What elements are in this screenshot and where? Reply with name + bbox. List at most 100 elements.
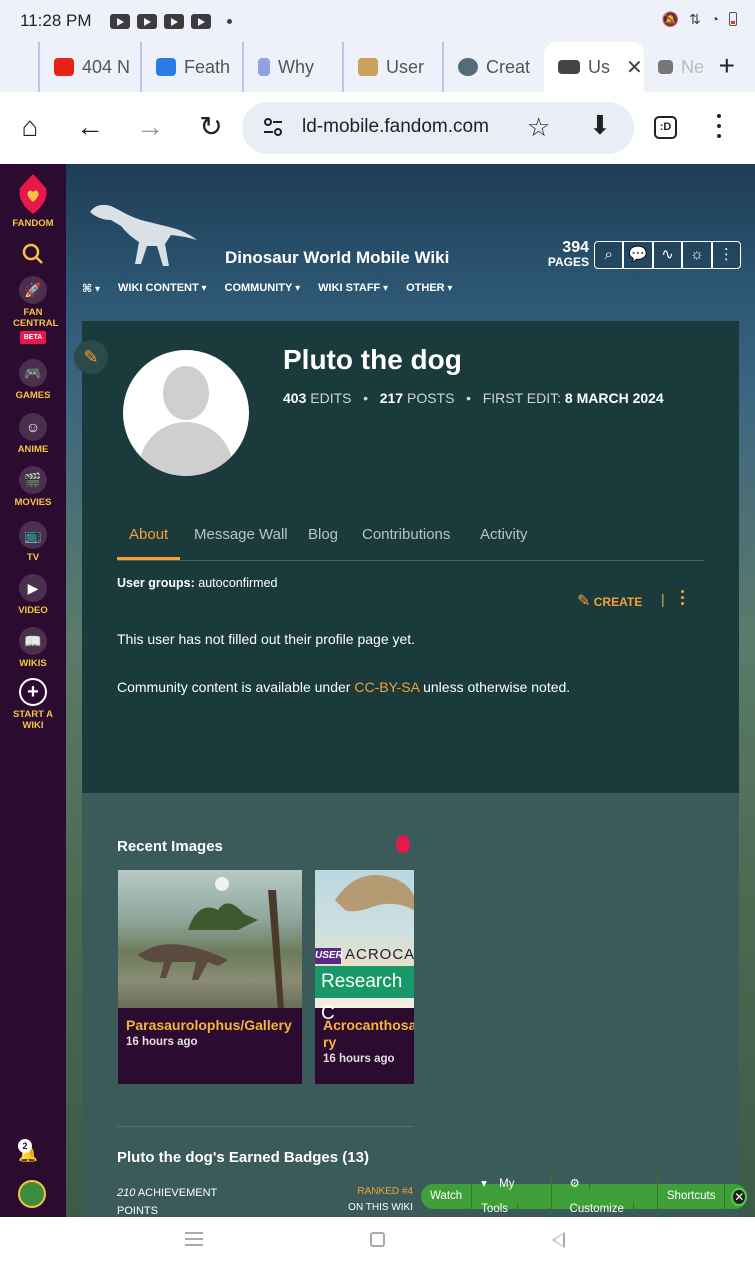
browser-tab[interactable]: Creat: [442, 42, 542, 92]
image-caption[interactable]: Parasaurolophus/Gallery 16 hours ago: [126, 1017, 292, 1051]
user-page-icon: [358, 58, 378, 76]
earned-badges-heading: Pluto the dog's Earned Badges (13): [117, 1149, 369, 1166]
status-time: 11:28 PM: [20, 11, 92, 30]
profile-more-icon[interactable]: [681, 590, 685, 608]
fandom-flame-icon: [396, 835, 410, 853]
wiki-navigation: ⌘ WIKI CONTENT COMMUNITY WIKI STAFF OTHE…: [82, 282, 470, 295]
tab-blog[interactable]: Blog: [308, 526, 338, 543]
system-icons: 🔕 ⇅ ◔: [662, 11, 737, 28]
explore-icon[interactable]: ⌘: [82, 282, 100, 295]
tab-switcher-button[interactable]: :D: [654, 116, 677, 139]
more-options-icon[interactable]: ⋮: [711, 241, 742, 269]
rail-tv[interactable]: 📺 TV: [0, 521, 66, 563]
feather-site-icon: [156, 58, 176, 76]
more-notifications-dot: [227, 19, 232, 24]
download-icon[interactable]: ⬇: [589, 110, 611, 141]
fandom-logo[interactable]: FANDOM: [0, 172, 66, 229]
browser-menu-icon[interactable]: [716, 114, 722, 142]
home-nav-icon[interactable]: [370, 1232, 385, 1247]
watch-button[interactable]: Watch: [421, 1184, 473, 1209]
nav-other[interactable]: OTHER: [406, 282, 452, 295]
theme-toggle-icon[interactable]: ☼: [682, 241, 712, 269]
edits-count[interactable]: 403: [283, 390, 306, 406]
rail-fan-central[interactable]: 🚀 FAN CENTRAL BETA: [0, 276, 66, 344]
page-count: 394 PAGES: [547, 239, 589, 270]
rail-movies[interactable]: 🎬 MOVIES: [0, 466, 66, 508]
browser-tab[interactable]: 404 N: [38, 42, 138, 92]
reload-icon[interactable]: ↻: [194, 110, 228, 144]
dinosaur-icon: [658, 60, 673, 74]
wiki-page: FANDOM 🚀 FAN CENTRAL BETA 🎮 GAMES ☺ ANIME 🎬 M…: [0, 164, 755, 1217]
site-settings-icon[interactable]: [262, 116, 284, 138]
status-bar: 11:28 PM 🔕 ⇅ ◔: [0, 0, 755, 42]
search-button[interactable]: [0, 242, 66, 266]
parasaurolophus-thumbnail[interactable]: [118, 870, 302, 1010]
recent-image-card[interactable]: Parasaurolophus/Gallery 16 hours ago: [118, 870, 302, 1084]
book-icon: 📖: [19, 627, 47, 655]
posts-count[interactable]: 217: [380, 390, 403, 406]
gear-icon: ⚙: [560, 1177, 590, 1190]
nav-wiki-content[interactable]: WIKI CONTENT: [118, 282, 206, 295]
close-toolbar-icon[interactable]: ✕: [731, 1187, 747, 1206]
back-icon[interactable]: ←: [73, 110, 107, 144]
browser-tab-active[interactable]: Us ✕: [544, 42, 644, 92]
rail-games[interactable]: 🎮 GAMES: [0, 359, 66, 401]
url-text[interactable]: ld-mobile.fandom.com: [302, 116, 489, 138]
my-tools-button[interactable]: ▾ My Tools: [472, 1171, 552, 1217]
achievement-points: 210 ACHIEVEMENT POINTS: [117, 1187, 218, 1217]
license-link[interactable]: CC-BY-SA: [354, 679, 419, 695]
create-button[interactable]: ✎ CREATE: [577, 591, 642, 611]
global-toolbar: Watch ▾ My Tools ⚙ Customize Shortcuts ✕: [421, 1171, 747, 1217]
rail-video[interactable]: ▶ VIDEO: [0, 574, 66, 616]
home-icon[interactable]: ⌂: [13, 110, 47, 144]
browser-tab[interactable]: Why: [242, 42, 340, 92]
wiki-search-icon[interactable]: ⌕: [594, 241, 624, 269]
beta-badge: BETA: [19, 331, 47, 344]
license-text: Community content is available under CC-…: [117, 679, 571, 695]
youtube-icon: [54, 58, 74, 76]
wiki-logo-dinosaur[interactable]: [85, 198, 200, 268]
tab-contributions[interactable]: Contributions: [362, 526, 450, 543]
rail-start-a-wiki[interactable]: + START A WIKI: [0, 678, 66, 731]
browser-tab-strip: 404 N Feath Why User Creat Us ✕ Ne: [0, 42, 755, 92]
rail-wikis[interactable]: 📖 WIKIS: [0, 627, 66, 669]
tab-about[interactable]: About: [116, 526, 181, 560]
controller-icon: 🎮: [19, 359, 47, 387]
bookmark-star-icon[interactable]: ☆: [527, 112, 550, 143]
recent-image-card[interactable]: USER ACROCA Research C Acrocanthosa ry 16 …: [315, 870, 414, 1084]
acrocanthosaurus-thumbnail[interactable]: USER ACROCA Research C: [315, 870, 414, 1024]
face-icon: ☺: [19, 413, 47, 441]
new-tab-button[interactable]: +: [719, 52, 735, 80]
nav-community[interactable]: COMMUNITY: [225, 282, 301, 295]
browser-tab[interactable]: Feath: [140, 42, 240, 92]
youtube-notification-icon: [164, 14, 184, 29]
profile-empty-text: This user has not filled out their profi…: [117, 631, 416, 647]
shortcuts-button[interactable]: Shortcuts: [658, 1184, 726, 1209]
nav-wiki-staff[interactable]: WIKI STAFF: [318, 282, 388, 295]
activity-icon[interactable]: ∿: [652, 241, 683, 269]
customize-button[interactable]: ⚙ Customize: [552, 1171, 658, 1217]
profile-avatar: [123, 350, 249, 476]
discussions-icon[interactable]: 💬: [623, 241, 653, 269]
clapperboard-icon: 🎬: [19, 466, 47, 494]
edit-pencil-icon[interactable]: ✎: [74, 340, 108, 374]
browser-tab[interactable]: User: [342, 42, 440, 92]
user-avatar[interactable]: [18, 1180, 46, 1208]
recent-apps-icon[interactable]: [185, 1232, 203, 1246]
image-overlay-title: ACROCA: [345, 946, 414, 963]
address-bar[interactable]: ld-mobile.fandom.com ☆ ⬇: [242, 102, 634, 154]
divider: |: [661, 591, 665, 607]
tab-message-wall[interactable]: Message Wall: [194, 526, 288, 543]
back-nav-icon[interactable]: [552, 1232, 565, 1248]
wiki-name[interactable]: Dinosaur World Mobile Wiki: [225, 248, 449, 268]
close-tab-icon[interactable]: ✕: [626, 55, 643, 80]
tab-activity[interactable]: Activity: [480, 526, 528, 543]
user-stats: 403 EDITS • 217 POSTS • FIRST EDIT: 8 MA…: [283, 390, 664, 406]
youtube-notification-icon: [110, 14, 130, 29]
image-caption[interactable]: Acrocanthosa ry 16 hours ago: [323, 1017, 414, 1068]
rail-anime[interactable]: ☺ ANIME: [0, 413, 66, 455]
youtube-notification-icon: [191, 14, 211, 29]
forward-icon[interactable]: →: [133, 110, 167, 144]
divider: [117, 1126, 414, 1127]
browser-tab[interactable]: Ne: [644, 42, 704, 92]
